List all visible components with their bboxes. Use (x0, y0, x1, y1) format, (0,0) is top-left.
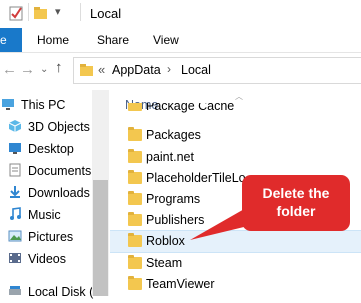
folder-icon (128, 276, 142, 290)
nav-item-label: Videos (28, 252, 66, 266)
breadcrumb-appdata[interactable]: AppData (112, 63, 161, 77)
list-item[interactable]: paint.net (110, 147, 361, 168)
documents-icon (9, 163, 21, 177)
tab-view[interactable]: View (153, 28, 179, 52)
breadcrumb-local[interactable]: Local (181, 63, 211, 77)
recent-locations-icon[interactable]: ⌄ (40, 64, 48, 75)
list-item[interactable]: Package Cache (110, 103, 361, 117)
nav-item-label: This PC (21, 98, 66, 112)
back-icon[interactable]: ← (2, 61, 17, 78)
callout-annotation: Delete the folder (242, 175, 350, 231)
list-item-name: Package Cache (146, 103, 235, 113)
nav-item-label: Local Disk ( (28, 285, 94, 299)
desktop-icon (9, 143, 21, 154)
overflow-chevron[interactable]: « (98, 62, 105, 77)
quick-access-dropdown-icon[interactable]: ▾ (55, 5, 61, 18)
folder-icon (128, 103, 142, 111)
folder-icon (128, 212, 142, 226)
breadcrumb-separator-icon[interactable]: › (167, 62, 171, 76)
nav-scrollbar-thumb[interactable] (93, 180, 108, 296)
list-item-name: TeamViewer (146, 277, 215, 291)
nav-item-label: Desktop (28, 142, 74, 156)
list-item-name: paint.net (146, 150, 194, 164)
3d-objects-icon (8, 120, 22, 132)
nav-item-label: 3D Objects (28, 120, 90, 134)
callout-line-1: Delete the (262, 185, 330, 201)
up-icon[interactable]: ↑ (55, 59, 63, 76)
folder-icon (80, 64, 93, 76)
music-icon (10, 207, 21, 220)
callout-line-2: folder (276, 203, 316, 219)
list-item[interactable]: Steam (110, 253, 361, 274)
folder-icon (128, 255, 142, 269)
properties-icon[interactable] (9, 5, 25, 21)
list-item-name: Roblox (146, 234, 185, 248)
folder-icon (128, 149, 142, 163)
pictures-icon (8, 230, 22, 242)
forward-icon[interactable]: → (20, 61, 35, 78)
folder-icon (128, 170, 142, 184)
tab-file[interactable]: e (0, 28, 22, 52)
videos-icon (9, 253, 21, 263)
tab-share[interactable]: Share (97, 28, 129, 52)
folder-icon (128, 191, 142, 205)
this-pc-icon (2, 99, 14, 110)
folder-icon (128, 127, 142, 141)
downloads-icon (10, 186, 20, 198)
sort-up-icon: ︿ (235, 92, 243, 101)
separator (28, 3, 29, 21)
folder-icon (128, 233, 142, 247)
nav-item-label: Documents (28, 164, 92, 178)
nav-item-label: Music (28, 208, 61, 222)
nav-item-label: Pictures (28, 230, 74, 244)
tab-home[interactable]: Home (37, 28, 69, 52)
list-item[interactable]: TeamViewer (110, 274, 361, 295)
separator (80, 3, 81, 21)
new-folder-icon[interactable] (33, 5, 49, 21)
list-item-name: PlaceholderTileLo (146, 171, 246, 185)
window-title: Local (90, 6, 122, 21)
list-item-name: Steam (146, 256, 183, 270)
tab-file-label: e (0, 33, 7, 47)
list-item[interactable]: Packages (110, 125, 361, 146)
list-item-name: Packages (146, 128, 201, 142)
nav-item-label: Downloads (28, 186, 90, 200)
